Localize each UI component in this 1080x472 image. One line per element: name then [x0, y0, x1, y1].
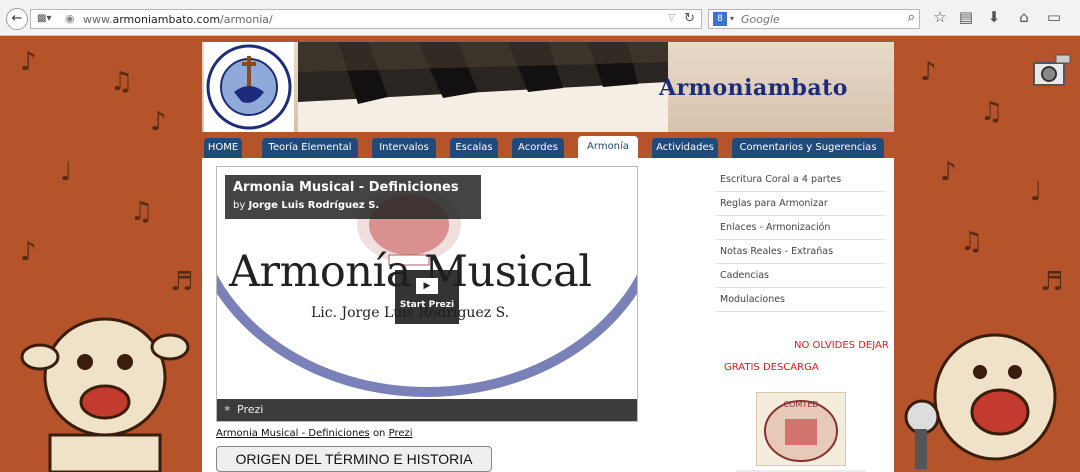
- page-icon: ▩▾: [37, 13, 52, 24]
- history-dropdown-icon[interactable]: ▽: [668, 13, 675, 23]
- free-download-note: GRATIS DESCARGA: [724, 362, 819, 373]
- prezi-author: by Jorge Luis Rodríguez S.: [233, 200, 380, 211]
- comted-logo-image[interactable]: COMTED: [756, 392, 846, 466]
- university-seal-logo: [204, 42, 294, 132]
- sidebar-link-cadencias[interactable]: Cadencias: [716, 264, 886, 288]
- play-icon: ▶: [416, 278, 438, 294]
- music-note-icon: ♪: [20, 47, 37, 77]
- prezi-title: Armonia Musical - Definiciones: [233, 180, 459, 195]
- search-engine-dropdown-icon[interactable]: ▾: [730, 14, 734, 23]
- bookmarks-list-icon[interactable]: ▤: [956, 8, 976, 26]
- main-navigation: HOME Teoría Elemental Intervalos Escalas…: [202, 136, 894, 158]
- prezi-title-link[interactable]: Armonia Musical - Definiciones: [216, 428, 370, 439]
- window-icon[interactable]: ▭: [1044, 8, 1064, 26]
- search-engine-icon[interactable]: 8: [713, 12, 727, 26]
- tab-armonia[interactable]: Armonía: [578, 136, 638, 158]
- music-note-icon: ♬: [1040, 267, 1064, 297]
- singer-cartoon: [904, 333, 1057, 469]
- tab-teoria-elemental[interactable]: Teoría Elemental: [262, 138, 358, 158]
- reminder-note: NO OLVIDES DEJAR: [794, 340, 889, 351]
- start-prezi-button[interactable]: ▶ Start Prezi: [395, 270, 459, 324]
- url-text: www.armoniambato.com/armonia/: [83, 13, 273, 26]
- search-input[interactable]: [741, 12, 891, 26]
- prezi-title-box: Armonia Musical - Definiciones by Jorge …: [225, 175, 481, 219]
- origin-history-button[interactable]: ORIGEN DEL TÉRMINO E HISTORIA: [216, 446, 492, 472]
- sidebar-link-notas-reales[interactable]: Notas Reales - Extrañas: [716, 240, 886, 264]
- home-icon[interactable]: ⌂: [1014, 8, 1034, 26]
- tab-comentarios[interactable]: Comentarios y Sugerencias: [732, 138, 884, 158]
- globe-icon: ◉: [65, 12, 75, 25]
- music-note-icon: ♩: [60, 157, 73, 187]
- site-container: Armoniambato HOME Teoría Elemental Inter…: [202, 42, 894, 472]
- drummer-cartoon: [20, 317, 190, 472]
- caption-middle: on: [372, 428, 386, 439]
- start-prezi-label: Start Prezi: [399, 300, 455, 310]
- comted-logo-text: COMTED: [784, 400, 819, 409]
- music-note-icon: ♫: [110, 67, 134, 97]
- download-icon[interactable]: ⬇: [984, 8, 1004, 26]
- sidebar-link-enlaces[interactable]: Enlaces - Armonización: [716, 216, 886, 240]
- prezi-site-link[interactable]: Prezi: [389, 428, 413, 439]
- sidebar-link-escritura-coral[interactable]: Escritura Coral a 4 partes: [716, 168, 886, 192]
- prezi-logo-icon: ✶: [223, 404, 232, 415]
- music-note-icon: ♩: [1030, 177, 1043, 207]
- music-note-icon: ♫: [960, 227, 984, 257]
- site-title: Armoniambato: [659, 75, 848, 101]
- sidebar-link-modulaciones[interactable]: Modulaciones: [716, 288, 886, 312]
- bookmark-star-icon[interactable]: ☆: [930, 8, 950, 26]
- prezi-embed[interactable]: Armonia Musical - Definiciones by Jorge …: [216, 166, 638, 422]
- camera-icon: [1033, 54, 1071, 86]
- back-arrow-icon: ←: [11, 11, 23, 26]
- prezi-caption: Armonia Musical - Definiciones on Prezi: [216, 428, 413, 439]
- music-note-icon: ♪: [940, 157, 957, 187]
- tab-actividades[interactable]: Actividades: [652, 138, 718, 158]
- search-icon[interactable]: ⌕: [908, 10, 915, 25]
- search-bar[interactable]: 8 ▾ ⌕: [708, 9, 920, 29]
- music-note-icon: ♬: [170, 267, 194, 297]
- comted-seal-icon: COMTED: [764, 400, 838, 462]
- music-note-icon: ♪: [20, 237, 37, 267]
- address-bar[interactable]: ▩▾ ◉ www.armoniambato.com/armonia/ ▽ ↻: [30, 9, 702, 29]
- browser-toolbar: ← ▩▾ ◉ www.armoniambato.com/armonia/ ▽ ↻…: [0, 0, 1080, 36]
- reload-icon[interactable]: ↻: [684, 11, 695, 26]
- tab-home[interactable]: HOME: [204, 138, 242, 158]
- music-note-icon: ♪: [150, 107, 167, 137]
- prezi-bottom-bar: ✶ Prezi: [217, 399, 637, 421]
- back-button[interactable]: ←: [6, 8, 28, 30]
- sidebar: Escritura Coral a 4 partes Reglas para A…: [716, 168, 889, 472]
- music-note-icon: ♪: [920, 57, 937, 87]
- music-note-icon: ♫: [130, 197, 154, 227]
- music-note-icon: ♫: [980, 97, 1004, 127]
- piano-keys-image: [298, 42, 668, 132]
- site-header: Armoniambato: [202, 42, 894, 132]
- tab-acordes[interactable]: Acordes: [512, 138, 564, 158]
- tab-escalas[interactable]: Escalas: [450, 138, 498, 158]
- prezi-brand-label: Prezi: [237, 403, 264, 416]
- tab-intervalos[interactable]: Intervalos: [372, 138, 436, 158]
- main-content: Armonia Musical - Definiciones by Jorge …: [202, 158, 894, 472]
- sidebar-link-reglas[interactable]: Reglas para Armonizar: [716, 192, 886, 216]
